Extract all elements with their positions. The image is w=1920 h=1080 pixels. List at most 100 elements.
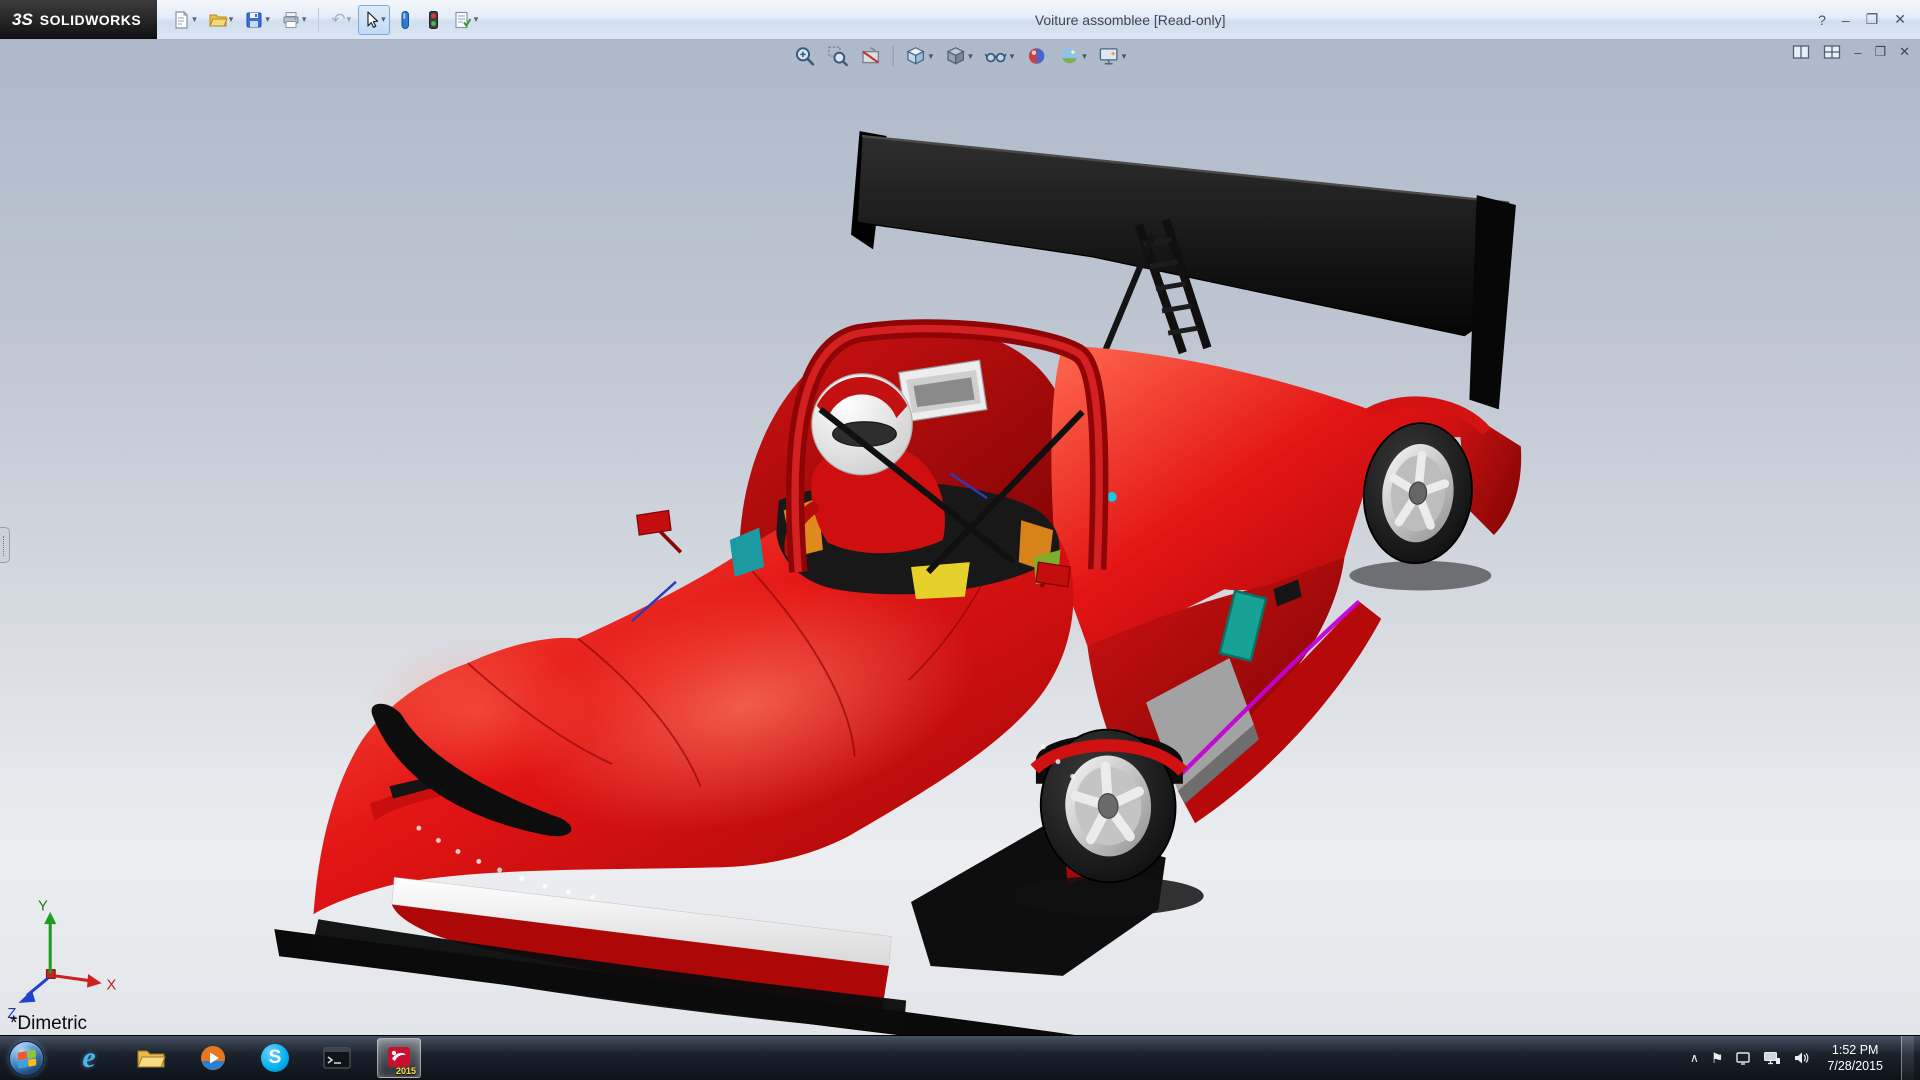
view-settings-icon — [1098, 45, 1120, 67]
skype-icon: S — [261, 1044, 289, 1072]
solidworks-xpress-button[interactable] — [393, 5, 417, 35]
taskbar-internet-explorer[interactable]: e — [67, 1038, 111, 1078]
print-button[interactable]: ▾ — [277, 5, 311, 35]
help-button[interactable]: ? — [1818, 12, 1826, 28]
edit-appearance-button[interactable] — [1023, 43, 1049, 69]
document-minimize-button[interactable]: – — [1854, 45, 1861, 60]
headsup-separator — [893, 46, 894, 66]
print-icon — [281, 10, 301, 30]
start-button[interactable] — [0, 1036, 52, 1080]
options-button[interactable]: ▾ — [449, 5, 483, 35]
far-wheel-shadow — [1349, 561, 1491, 591]
save-dropdown[interactable]: ▾ — [265, 14, 270, 25]
view-settings-dropdown[interactable]: ▾ — [1122, 51, 1127, 62]
rebuild-button[interactable] — [420, 5, 446, 35]
command-prompt-icon — [323, 1046, 351, 1070]
pane-grid-icon[interactable] — [1823, 44, 1841, 60]
view-orientation-dropdown[interactable]: ▾ — [929, 51, 934, 62]
orientation-triad[interactable]: Y X Z — [7, 899, 116, 1022]
window-controls: ? – ❐ ✕ — [1818, 11, 1920, 28]
zoom-to-fit-button[interactable] — [792, 43, 818, 69]
taskbar-windows-explorer[interactable] — [129, 1038, 173, 1078]
new-document-dropdown[interactable]: ▾ — [192, 14, 197, 25]
apply-scene-dropdown[interactable]: ▾ — [1082, 51, 1087, 62]
show-desktop-button[interactable] — [1901, 1036, 1914, 1080]
taskbar-solidworks[interactable]: 2015 — [377, 1038, 421, 1078]
document-close-button[interactable]: ✕ — [1899, 44, 1910, 60]
solidworks-window: 3S SOLIDWORKS ▾ ▾ — [0, 0, 1920, 1080]
race-car-model[interactable]: Y X Z — [0, 40, 1920, 1035]
3d-viewport[interactable]: ▾ ▾ ▾ — [0, 40, 1920, 1035]
folder-icon — [136, 1046, 166, 1070]
internet-explorer-icon: e — [82, 1043, 95, 1073]
zoom-to-area-icon — [827, 45, 849, 67]
logo-text: SOLIDWORKS — [40, 12, 141, 28]
pinned-apps: e S — [58, 1038, 430, 1078]
document-title: Voiture assomblee [Read-only] — [482, 12, 1818, 28]
open-button[interactable]: ▾ — [204, 5, 238, 35]
select-tool-button[interactable]: ▾ — [358, 5, 390, 35]
undo-dropdown[interactable]: ▾ — [347, 14, 352, 25]
minimize-button[interactable]: – — [1842, 12, 1850, 28]
restore-button[interactable]: ❐ — [1866, 11, 1879, 28]
apply-scene-button[interactable]: ▾ — [1056, 43, 1089, 69]
taskbar-clock[interactable]: 1:52 PM 7/28/2015 — [1821, 1042, 1889, 1075]
hardware-icon[interactable] — [1735, 1051, 1751, 1065]
save-floppy-icon — [244, 10, 264, 30]
view-orientation-button[interactable]: ▾ — [903, 43, 936, 69]
document-window-controls: – ❐ ✕ — [1792, 44, 1910, 60]
document-restore-button[interactable]: ❐ — [1874, 44, 1886, 60]
pane-split-icon[interactable] — [1792, 44, 1810, 60]
toolbar-separator — [318, 8, 319, 32]
action-center-flag-icon[interactable]: ⚑ — [1711, 1050, 1724, 1067]
hide-show-items-button[interactable]: ▾ — [982, 43, 1017, 69]
new-document-button[interactable]: ▾ — [167, 5, 201, 35]
windows-orb-icon — [9, 1041, 44, 1076]
save-button[interactable]: ▾ — [240, 5, 274, 35]
edit-appearance-sphere-icon — [1025, 45, 1047, 67]
taskbar-command-prompt[interactable] — [315, 1038, 359, 1078]
hide-show-dropdown[interactable]: ▾ — [1010, 51, 1015, 62]
solidworks-logo: 3S SOLIDWORKS — [0, 0, 157, 39]
view-orientation-cube-icon — [905, 45, 927, 67]
driver-helmet[interactable] — [812, 374, 912, 475]
system-tray: ∧ ⚑ 1:52 PM 7/28/2015 — [1690, 1036, 1920, 1080]
display-style-dropdown[interactable]: ▾ — [968, 51, 973, 62]
new-document-icon — [171, 10, 191, 30]
undo-button[interactable]: ↶ ▾ — [327, 5, 355, 35]
main-toolbar: ▾ ▾ ▾ — [157, 5, 482, 35]
dassault-logo-icon: 3S — [12, 10, 33, 30]
select-dropdown[interactable]: ▾ — [381, 14, 386, 25]
taskbar-skype[interactable]: S — [253, 1038, 297, 1078]
show-hidden-icons-button[interactable]: ∧ — [1690, 1051, 1699, 1065]
select-cursor-icon — [362, 10, 380, 30]
display-style-button[interactable]: ▾ — [942, 43, 975, 69]
open-dropdown[interactable]: ▾ — [229, 14, 234, 25]
heads-up-view-toolbar: ▾ ▾ ▾ — [792, 43, 1129, 69]
print-dropdown[interactable]: ▾ — [302, 14, 307, 25]
triad-y-label: Y — [38, 899, 48, 915]
zoom-to-area-button[interactable] — [825, 43, 851, 69]
hide-show-items-glasses-icon — [984, 45, 1008, 67]
section-view-button[interactable] — [858, 43, 884, 69]
open-folder-icon — [208, 10, 228, 30]
options-dropdown[interactable]: ▾ — [474, 14, 479, 25]
apply-scene-icon — [1058, 45, 1080, 67]
undo-icon: ↶ — [331, 11, 345, 28]
network-display-icon[interactable] — [1763, 1051, 1781, 1065]
volume-icon[interactable] — [1793, 1051, 1809, 1065]
section-view-icon — [860, 45, 882, 67]
display-style-icon — [944, 45, 966, 67]
title-bar: 3S SOLIDWORKS ▾ ▾ — [0, 0, 1920, 40]
media-player-icon — [199, 1044, 227, 1072]
view-orientation-label: *Dimetric — [10, 1013, 87, 1035]
windows-taskbar: e S — [0, 1035, 1920, 1080]
feature-tree-flyout-handle[interactable] — [0, 527, 10, 563]
taskbar-media-player[interactable] — [191, 1038, 235, 1078]
view-settings-button[interactable]: ▾ — [1096, 43, 1129, 69]
close-button[interactable]: ✕ — [1894, 11, 1906, 28]
rebuild-icon — [424, 10, 442, 30]
xpress-pill-icon — [397, 10, 413, 30]
options-icon — [453, 10, 473, 30]
triad-x-label: X — [107, 977, 117, 993]
